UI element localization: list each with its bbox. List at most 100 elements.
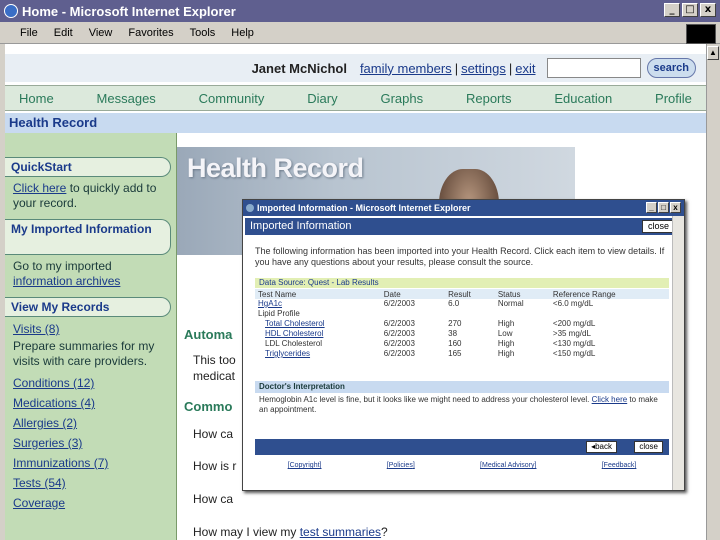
records-heading: View My Records — [5, 297, 171, 317]
maximize-button[interactable]: □ — [682, 3, 698, 17]
imported-archives-link[interactable]: information archives — [13, 274, 120, 288]
sidebar-item-immunizations[interactable]: Immunizations (7) — [5, 453, 176, 473]
quickstart-heading: QuickStart — [5, 157, 171, 177]
test-range: <6.0 mg/dL — [552, 299, 594, 308]
col-date: Date — [380, 289, 446, 299]
sidebar-item-tests[interactable]: Tests (54) — [5, 473, 176, 493]
test-name: LDL Cholesterol — [265, 339, 323, 348]
quickstart-link[interactable]: Click here — [13, 181, 66, 195]
family-members-link[interactable]: family members — [360, 61, 452, 76]
sidebar-item-conditions[interactable]: Conditions (12) — [5, 373, 176, 393]
test-link[interactable]: Total Cholesterol — [265, 319, 325, 328]
doctor-interpretation-heading: Doctor's Interpretation — [255, 381, 669, 393]
menu-bar: File Edit View Favorites Tools Help — [0, 22, 720, 44]
menu-favorites[interactable]: Favorites — [128, 27, 173, 39]
back-button[interactable]: ◂back — [586, 441, 617, 453]
nav-education[interactable]: Education — [554, 91, 612, 106]
nav-messages[interactable]: Messages — [97, 91, 156, 106]
popup-close-button-bottom[interactable]: close — [634, 441, 663, 453]
test-link[interactable]: Triglycerides — [265, 349, 310, 358]
appointment-link[interactable]: Click here — [592, 395, 628, 404]
test-result: 270 — [448, 319, 462, 328]
sidebar-item-allergies[interactable]: Allergies (2) — [5, 413, 176, 433]
popup-window-title: Imported Information - Microsoft Interne… — [257, 203, 471, 213]
test-summaries-link[interactable]: test summaries — [300, 525, 381, 539]
col-status: Status — [494, 289, 550, 299]
question-1: How ca — [193, 427, 234, 441]
test-date: 6/2/2003 — [383, 319, 415, 328]
nav-reports[interactable]: Reports — [466, 91, 512, 106]
interp-body: Hemoglobin A1c level is fine, but it loo… — [259, 395, 592, 404]
menu-view[interactable]: View — [89, 27, 113, 39]
nav-diary[interactable]: Diary — [307, 91, 337, 106]
test-link[interactable]: HDL Cholesterol — [265, 329, 323, 338]
test-range: >35 mg/dL — [552, 329, 591, 338]
page-scrollbar[interactable]: ▲ — [706, 44, 720, 540]
browser-window: Home - Microsoft Internet Explorer _ □ x… — [0, 0, 720, 540]
results-table: Test Name Date Result Status Reference R… — [255, 289, 669, 359]
menu-edit[interactable]: Edit — [54, 27, 73, 39]
test-group: Lipid Profile — [258, 309, 300, 318]
popup-button-bar: ◂back close — [255, 439, 669, 455]
nav-community[interactable]: Community — [199, 91, 265, 106]
test-status: High — [497, 319, 515, 328]
exit-link[interactable]: exit — [515, 61, 535, 76]
question-4-end: ? — [381, 525, 388, 539]
popup-close-button[interactable]: close — [641, 220, 673, 233]
doctor-interpretation-text: Hemoglobin A1c level is fine, but it loo… — [259, 395, 667, 415]
close-window-button[interactable]: x — [700, 3, 716, 17]
minimize-button[interactable]: _ — [664, 3, 680, 17]
separator: | — [454, 60, 459, 76]
copyright-link[interactable]: [Copyright] — [288, 462, 322, 469]
sidebar-item-surgeries[interactable]: Surgeries (3) — [5, 433, 176, 453]
nav-home[interactable]: Home — [19, 91, 54, 106]
table-row: LDL Cholesterol 6/2/2003 160 High <130 m… — [255, 339, 669, 349]
test-range: <130 mg/dL — [552, 339, 596, 348]
question-2: How is r — [193, 459, 237, 473]
feedback-link[interactable]: [Feedback] — [602, 462, 637, 469]
popup-heading: Imported Information — [250, 220, 352, 232]
popup-intro: The following information has been impor… — [255, 246, 665, 267]
scroll-up-icon[interactable]: ▲ — [707, 46, 719, 60]
common-questions-heading: Commo — [184, 399, 233, 414]
sidebar-item-coverage[interactable]: Coverage — [5, 493, 176, 513]
test-range — [550, 309, 669, 319]
menu-tools[interactable]: Tools — [190, 27, 216, 39]
auto-text-line2: medicat — [193, 369, 236, 383]
test-date: 6/2/2003 — [383, 299, 415, 308]
test-result: 160 — [448, 339, 462, 348]
test-result: 6.0 — [448, 299, 460, 308]
popup-minimize-button[interactable]: _ — [646, 202, 657, 213]
data-source: Data Source: Quest - Lab Results — [255, 278, 669, 288]
test-result: 165 — [448, 349, 462, 358]
separator: | — [508, 60, 513, 76]
policies-link[interactable]: [Policies] — [387, 462, 415, 469]
imported-info-popup: Imported Information - Microsoft Interne… — [242, 199, 685, 491]
windows-logo-icon — [686, 24, 716, 44]
menu-file[interactable]: File — [20, 27, 38, 39]
settings-link[interactable]: settings — [461, 61, 506, 76]
sidebar-item-visits[interactable]: Visits (8) — [5, 319, 176, 339]
search-input[interactable] — [546, 58, 641, 78]
sidebar-item-medications[interactable]: Medications (4) — [5, 393, 176, 413]
search-button[interactable]: search — [646, 58, 696, 78]
menu-help[interactable]: Help — [231, 27, 254, 39]
ie-icon — [4, 4, 18, 18]
imported-text: Go to my imported information archives — [5, 255, 176, 293]
sidebar: QuickStart Click here to quickly add to … — [5, 133, 177, 540]
popup-maximize-button[interactable]: □ — [658, 202, 669, 213]
popup-close-window-button[interactable]: x — [670, 202, 681, 213]
question-3: How ca — [193, 492, 234, 506]
col-reference-range: Reference Range — [549, 289, 669, 299]
quickstart-text: Click here to quickly add to your record… — [5, 177, 176, 215]
table-row: HgA1c 6/2/2003 6.0 Normal <6.0 mg/dL — [255, 299, 669, 309]
nav-graphs[interactable]: Graphs — [380, 91, 423, 106]
test-status: Low — [497, 329, 513, 338]
nav-profile[interactable]: Profile — [655, 91, 692, 106]
test-result — [445, 309, 495, 319]
test-link[interactable]: HgA1c — [258, 299, 282, 308]
question-4: How may I view my test summaries? — [193, 524, 388, 540]
popup-scrollbar[interactable] — [672, 216, 684, 490]
medical-advisory-link[interactable]: [Medical Advisory] — [480, 462, 536, 469]
user-bar: Janet McNichol family members | settings… — [5, 54, 706, 82]
